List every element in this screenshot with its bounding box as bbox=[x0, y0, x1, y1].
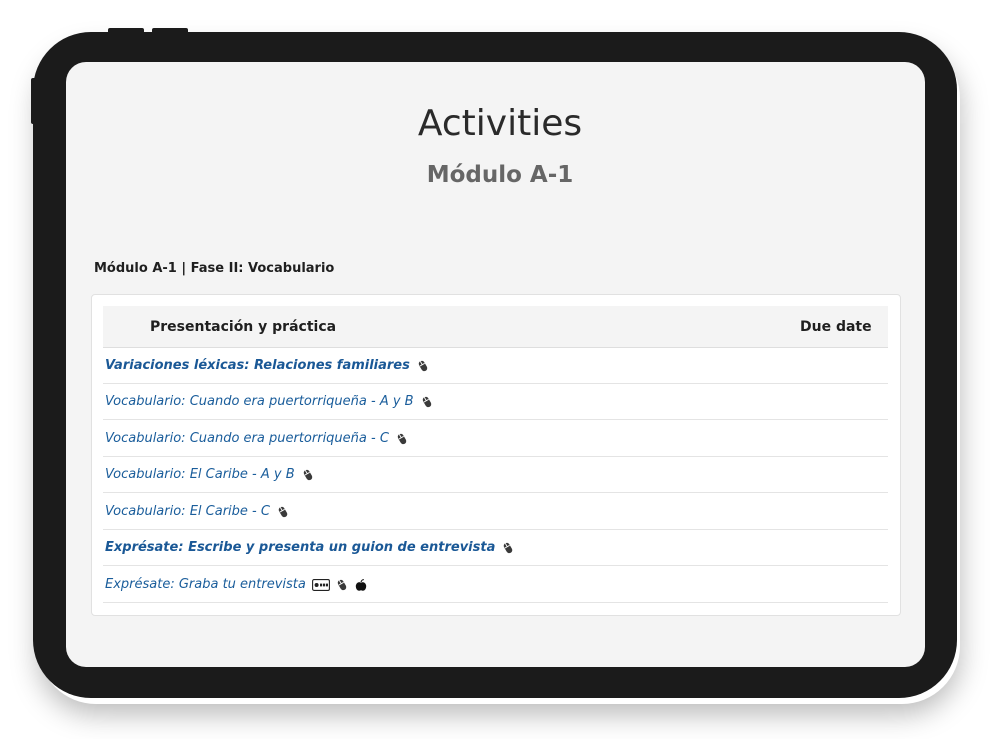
page-title: Activities bbox=[417, 103, 583, 144]
activity-icons bbox=[420, 395, 434, 409]
record-icon bbox=[311, 578, 330, 591]
section-label: Módulo A-1 | Fase II: Vocabulario bbox=[94, 261, 335, 276]
table-row: Vocabulario: El Caribe - A y B bbox=[103, 457, 888, 493]
apple-icon bbox=[354, 578, 368, 592]
mouse-icon bbox=[335, 578, 349, 592]
table-row: Exprésate: Escribe y presenta un guion d… bbox=[103, 530, 888, 566]
activity-icons bbox=[416, 359, 430, 373]
table-row: Variaciones léxicas: Relaciones familiar… bbox=[103, 348, 888, 384]
stage: Activities Módulo A-1 Módulo A-1 | Fase … bbox=[0, 0, 1000, 739]
activity-link[interactable]: Variaciones léxicas: Relaciones familiar… bbox=[105, 358, 410, 373]
page-subtitle: Módulo A-1 bbox=[426, 162, 574, 188]
mouse-icon bbox=[501, 541, 515, 555]
activity-link[interactable]: Vocabulario: Cuando era puertorriqueña -… bbox=[105, 431, 389, 446]
table-row: Exprésate: Graba tu entrevista bbox=[103, 567, 888, 603]
mouse-icon bbox=[395, 432, 409, 446]
activity-icons bbox=[276, 505, 290, 519]
column-header-activity: Presentación y práctica bbox=[150, 319, 337, 335]
activity-icons bbox=[501, 541, 515, 555]
activity-link[interactable]: Vocabulario: Cuando era puertorriqueña -… bbox=[105, 394, 414, 409]
activity-icons bbox=[301, 468, 315, 482]
activity-icons bbox=[395, 432, 409, 446]
activity-link[interactable]: Vocabulario: El Caribe - C bbox=[105, 504, 270, 519]
mouse-icon bbox=[420, 395, 434, 409]
table-row: Vocabulario: Cuando era puertorriqueña -… bbox=[103, 384, 888, 420]
mouse-icon bbox=[301, 468, 315, 482]
mouse-icon bbox=[416, 359, 430, 373]
mouse-icon bbox=[276, 505, 290, 519]
activity-icons bbox=[311, 578, 368, 592]
table-row: Vocabulario: El Caribe - C bbox=[103, 494, 888, 530]
activity-link[interactable]: Exprésate: Escribe y presenta un guion d… bbox=[105, 540, 495, 555]
activity-link[interactable]: Exprésate: Graba tu entrevista bbox=[105, 577, 306, 592]
activity-link[interactable]: Vocabulario: El Caribe - A y B bbox=[105, 467, 295, 482]
table-row: Vocabulario: Cuando era puertorriqueña -… bbox=[103, 421, 888, 457]
column-header-due-date: Due date bbox=[800, 319, 872, 335]
